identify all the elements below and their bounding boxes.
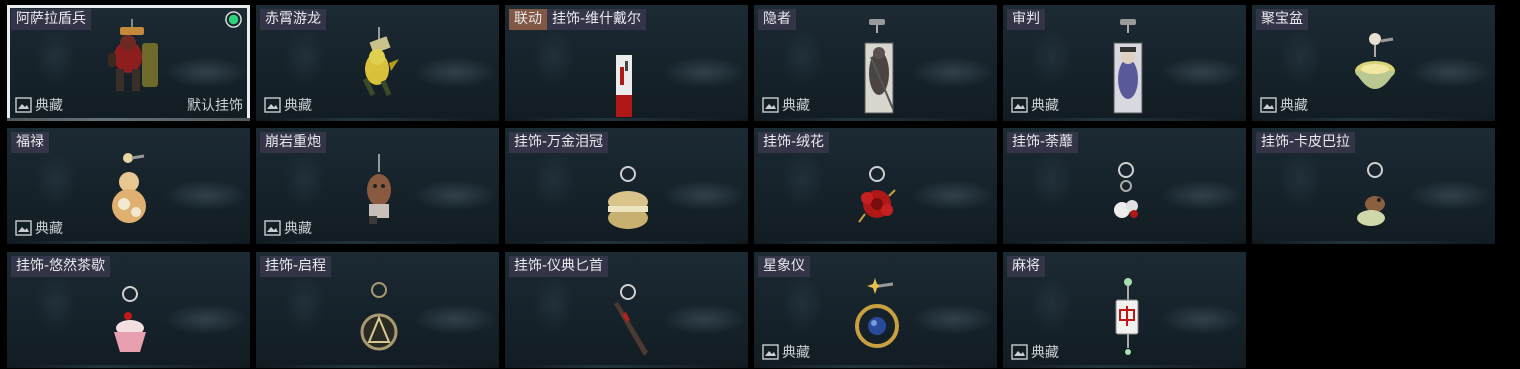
charm-card-ritual-dagger[interactable]: 挂饰-仪典匕首 [505,252,748,368]
tarot-judgement-charm-image [1113,19,1142,114]
cupcake-charm-image [113,286,146,352]
collection-image-icon [15,97,32,113]
orrery-charm-image [854,278,899,348]
charm-card-treasure-bowl[interactable]: 聚宝盆 典藏 [1252,5,1495,121]
charm-card-tea-break[interactable]: 挂饰-悠然茶歇 [7,252,250,368]
capybara-charm-image [1356,162,1385,226]
charm-card-crown[interactable]: 挂饰-万金泪冠 [505,128,748,244]
collab-tag: 联动 [509,9,547,30]
shield-soldier-charm-image [107,19,158,91]
compass-medallion-charm-image [360,282,397,351]
white-flower-charm-image [1113,162,1138,218]
charm-name: 麻将 [1007,256,1045,277]
rarity-label: 典藏 [15,218,63,238]
treasure-bowl-charm-image [1354,33,1395,89]
charm-card-tumi[interactable]: 挂饰-荼蘼 [1003,128,1246,244]
charm-card-weishidaier[interactable]: 联动 挂饰-维什戴尔 [505,5,748,121]
charm-grid: 阿萨拉盾兵 典藏 默认挂饰 赤霄游龙 典藏 联动 挂饰-维什戴尔 隐者 典藏 审… [7,5,1499,368]
charm-name: 聚宝盆 [1256,9,1308,30]
charm-card-fulu[interactable]: 福禄 典藏 [7,128,250,244]
charm-card-judgement[interactable]: 审判 典藏 [1003,5,1246,121]
dagger-charm-image [613,284,648,356]
collection-image-icon [762,97,779,113]
charm-name: 星象仪 [758,256,810,277]
charm-name: 挂饰-绒花 [758,132,830,153]
collection-image-icon [762,344,779,360]
red-flower-charm-image [857,166,896,223]
equipped-indicator-icon [225,11,242,28]
rarity-label: 典藏 [1011,342,1059,362]
charm-name: 崩岩重炮 [260,132,326,153]
collection-image-icon [1011,97,1028,113]
charm-card-capybara[interactable]: 挂饰-卡皮巴拉 [1252,128,1495,244]
charm-card-orrery[interactable]: 星象仪 典藏 [754,252,997,368]
collection-image-icon [15,220,32,236]
rarity-label: 典藏 [762,342,810,362]
mahjong-tile-charm-image [1115,278,1138,355]
rock-cannon-charm-image [366,154,391,224]
rarity-label: 典藏 [15,95,63,115]
charm-name: 挂饰-荼蘼 [1007,132,1079,153]
collection-image-icon [1260,97,1277,113]
rarity-label: 典藏 [762,95,810,115]
charm-card-rock-cannon[interactable]: 崩岩重炮 典藏 [256,128,499,244]
collection-image-icon [264,220,281,236]
card-pendant-charm-image [615,55,632,117]
dragon-charm-image [362,27,399,97]
charm-name: 阿萨拉盾兵 [11,9,91,30]
rarity-label: 典藏 [264,95,312,115]
charm-name: 福禄 [11,132,49,153]
gourd-charm-image [111,153,146,223]
charm-name: 审判 [1007,9,1045,30]
default-charm-label: 默认挂饰 [187,98,243,114]
charm-card-qicheng[interactable]: 挂饰-启程 [256,252,499,368]
charm-name: 赤霄游龙 [260,9,326,30]
collection-image-icon [264,97,281,113]
charm-card-chixiao-dragon[interactable]: 赤霄游龙 典藏 [256,5,499,121]
charm-card-asala-shield[interactable]: 阿萨拉盾兵 典藏 默认挂饰 [7,5,250,121]
charm-name: 隐者 [758,9,796,30]
rarity-label: 典藏 [1260,95,1308,115]
rarity-label: 典藏 [1011,95,1059,115]
charm-card-velvet-flower[interactable]: 挂饰-绒花 [754,128,997,244]
rarity-label: 典藏 [264,218,312,238]
crown-charm-image [607,166,648,229]
tarot-hermit-charm-image [864,19,894,114]
charm-name: 挂饰-启程 [260,256,332,277]
collection-image-icon [1011,344,1028,360]
charm-card-mahjong[interactable]: 麻将 典藏 [1003,252,1246,368]
charm-card-hermit[interactable]: 隐者 典藏 [754,5,997,121]
